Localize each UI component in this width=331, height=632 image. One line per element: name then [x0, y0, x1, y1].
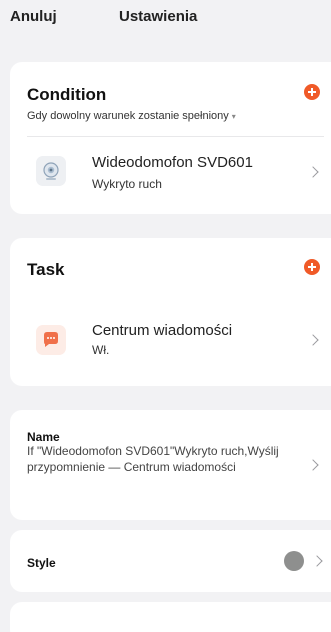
chevron-down-icon: ▾	[231, 112, 236, 121]
next-row	[10, 602, 331, 632]
condition-item-subtitle: Wykryto ruch	[92, 177, 162, 191]
task-title: Task	[27, 260, 65, 279]
condition-item-title: Wideodomofon SVD601	[92, 154, 253, 171]
cancel-button[interactable]: Anuluj	[10, 8, 57, 25]
chevron-right-icon	[307, 334, 319, 346]
task-item-title: Centrum wiadomości	[92, 322, 233, 339]
chat-bubble-icon	[36, 325, 66, 355]
condition-title: Condition	[27, 85, 107, 104]
name-row[interactable]: Name If "Wideodomofon SVD601"Wykryto ruc…	[10, 410, 331, 520]
add-condition-icon[interactable]	[304, 84, 320, 100]
divider	[27, 136, 324, 137]
top-bar: Anuluj Ustawienia	[0, 0, 331, 36]
style-label: Style	[27, 556, 56, 570]
condition-mode-label: Gdy dowolny warunek zostanie spełniony	[27, 110, 229, 122]
chevron-right-icon	[307, 459, 319, 471]
chevron-right-icon	[311, 555, 323, 567]
camera-icon	[36, 156, 66, 186]
style-color-swatch	[284, 551, 304, 571]
task-item-subtitle: Wł.	[92, 343, 110, 357]
task-card: Task Centrum wiadomości Wł.	[10, 238, 331, 386]
add-task-icon[interactable]	[304, 259, 320, 275]
name-value: If "Wideodomofon SVD601"Wykryto ruch,Wyś…	[27, 444, 279, 474]
page-title: Ustawienia	[119, 8, 198, 25]
chevron-right-icon	[307, 166, 319, 178]
name-label: Name	[27, 430, 60, 444]
condition-mode-selector[interactable]: Gdy dowolny warunek zostanie spełniony ▾	[27, 110, 236, 122]
condition-card: Condition Gdy dowolny warunek zostanie s…	[10, 62, 331, 214]
style-row[interactable]: Style	[10, 530, 331, 592]
